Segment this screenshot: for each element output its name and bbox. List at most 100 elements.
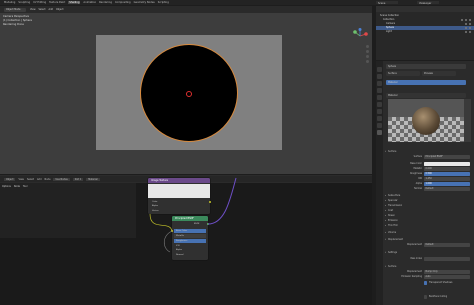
displacement-method-dropdown[interactable]: Bump Only bbox=[424, 270, 470, 274]
section-label: Thin Film bbox=[388, 224, 398, 227]
scene-tab-icon[interactable] bbox=[377, 95, 382, 100]
camera-icon[interactable] bbox=[468, 18, 471, 22]
roughness-field[interactable]: 0.500 bbox=[424, 172, 470, 176]
object-tab-icon[interactable] bbox=[377, 109, 382, 114]
scene-selector[interactable]: Scene bbox=[376, 1, 398, 5]
camera-icon[interactable] bbox=[468, 26, 471, 30]
ior-field[interactable]: 1.450 bbox=[424, 177, 470, 181]
view-layer-selector[interactable]: ViewLayer bbox=[417, 1, 439, 5]
workspace-tab[interactable]: Rendering bbox=[99, 1, 112, 4]
workspace-tab[interactable]: Sculpting bbox=[18, 1, 30, 4]
zoom-icon[interactable] bbox=[366, 45, 369, 48]
node-menu-view[interactable]: View bbox=[18, 178, 23, 181]
viewport-menu-view[interactable]: View bbox=[30, 8, 35, 11]
color-output-socket[interactable] bbox=[208, 200, 212, 204]
viewport-menu-add[interactable]: Add bbox=[49, 8, 53, 11]
section-surface[interactable]: ▾ Surface bbox=[384, 150, 474, 154]
pass-index-field[interactable] bbox=[424, 257, 470, 261]
sidebar-tab[interactable]: Options bbox=[2, 185, 11, 188]
use-nodes-toggle[interactable]: Use Nodes bbox=[53, 177, 70, 181]
section-subsurface[interactable]: ▸ Subsurface bbox=[384, 194, 474, 198]
node-menu-select[interactable]: Select bbox=[27, 178, 34, 181]
node-menu-add[interactable]: Add bbox=[37, 178, 41, 181]
view-layer-tab-icon[interactable] bbox=[377, 88, 382, 93]
outliner-row[interactable]: Light bbox=[376, 30, 474, 34]
material-tab-icon[interactable] bbox=[377, 130, 382, 135]
tool-tab-icon[interactable] bbox=[377, 67, 382, 72]
image-texture-node[interactable]: Image Texture Color Alpha Vector bbox=[148, 178, 210, 214]
outliner-header bbox=[376, 6, 474, 12]
section-transmission[interactable]: ▸ Transmission bbox=[384, 204, 474, 208]
tab-surface[interactable]: Surface bbox=[386, 71, 420, 76]
checkbox-icon[interactable] bbox=[424, 281, 428, 285]
section-volume[interactable]: ▸ Volume bbox=[384, 231, 474, 235]
viewport-menu-object[interactable]: Object bbox=[56, 8, 63, 11]
node-input-field[interactable]: Metallic bbox=[174, 234, 206, 238]
world-tab-icon[interactable] bbox=[377, 102, 382, 107]
metallic-field[interactable]: 0.000 bbox=[424, 167, 470, 171]
material-datablock-field[interactable]: Material bbox=[386, 93, 466, 98]
section-emission[interactable]: ▸ Emission bbox=[384, 219, 474, 223]
eye-icon[interactable] bbox=[464, 26, 468, 30]
modifier-tab-icon[interactable] bbox=[377, 116, 382, 121]
surface-shader-field[interactable]: Principled BSDF bbox=[424, 155, 470, 159]
object-name-field[interactable]: Sphere bbox=[386, 64, 466, 69]
displacement-field[interactable]: Default bbox=[424, 243, 470, 247]
workspace-tab[interactable]: Animation bbox=[83, 1, 96, 4]
workspace-tab[interactable]: Compositing bbox=[115, 1, 131, 4]
node-input-field[interactable]: Base Color bbox=[174, 229, 206, 233]
node-menu-node[interactable]: Node bbox=[44, 178, 50, 181]
workspace-tab[interactable]: Texture Paint bbox=[49, 1, 65, 4]
transparent-shadows-row[interactable]: Transparent Shadows bbox=[384, 281, 474, 285]
section-sheen[interactable]: ▸ Sheen bbox=[384, 214, 474, 218]
material-slot-selected[interactable]: Material bbox=[386, 80, 466, 85]
camera-view-icon[interactable] bbox=[366, 55, 369, 58]
workspace-tab[interactable]: Geometry Nodes bbox=[134, 1, 155, 4]
sidebar-tab[interactable]: Tool bbox=[23, 185, 27, 188]
editor-object-dropdown[interactable]: Object bbox=[4, 177, 16, 181]
eye-icon[interactable] bbox=[464, 22, 468, 26]
section-thin-film[interactable]: ▸ Thin Film bbox=[384, 224, 474, 228]
pass-index-row: Pass Index bbox=[384, 257, 474, 261]
workspace-tab-active[interactable]: Shading bbox=[68, 1, 81, 4]
base-color-input-socket[interactable] bbox=[170, 229, 174, 233]
section-coat[interactable]: ▸ Coat bbox=[384, 209, 474, 213]
eye-icon[interactable] bbox=[464, 30, 468, 34]
node-input-field[interactable]: Roughness bbox=[174, 239, 206, 243]
workspace-tab[interactable]: Modeling bbox=[4, 1, 15, 4]
chevron-right-icon: ▸ bbox=[385, 194, 387, 197]
workspace-tab[interactable]: Scripting bbox=[158, 1, 169, 4]
backface-culling-row[interactable]: Backface Culling bbox=[384, 295, 474, 299]
navigation-gizmo-icon[interactable] bbox=[352, 28, 368, 44]
workspace-tabs: Modeling Sculpting UV Editing Texture Pa… bbox=[4, 1, 169, 4]
tab-preview[interactable]: Preview bbox=[422, 71, 456, 76]
section-settings[interactable]: ▾ Settings bbox=[384, 251, 474, 255]
base-color-swatch[interactable] bbox=[424, 162, 470, 166]
perspective-toggle-icon[interactable] bbox=[366, 60, 369, 63]
alpha-row: Alpha 1.000 bbox=[384, 182, 474, 186]
camera-icon[interactable] bbox=[468, 22, 471, 26]
principled-bsdf-node[interactable]: Principled BSDF BSDF Base Color Metallic… bbox=[172, 216, 208, 260]
section-surface-settings[interactable]: ▾ Surface bbox=[384, 265, 474, 269]
output-tab-icon[interactable] bbox=[377, 81, 382, 86]
physics-tab-icon[interactable] bbox=[377, 123, 382, 128]
emission-sampling-dropdown[interactable]: Auto bbox=[424, 275, 470, 279]
checkbox-icon[interactable] bbox=[424, 295, 428, 299]
eye-icon[interactable] bbox=[464, 18, 468, 22]
bsdf-output-socket[interactable] bbox=[206, 222, 210, 226]
normal-field[interactable]: Default bbox=[424, 187, 470, 191]
camera-icon[interactable] bbox=[468, 30, 471, 34]
section-displacement[interactable]: ▾ Displacement bbox=[384, 238, 474, 242]
material-field[interactable]: Material bbox=[86, 177, 100, 181]
slot-dropdown[interactable]: Slot 1 bbox=[72, 177, 84, 181]
workspace-tab[interactable]: UV Editing bbox=[33, 1, 46, 4]
viewport-menu-select[interactable]: Select bbox=[38, 8, 45, 11]
section-label: Settings bbox=[388, 251, 397, 254]
render-tab-icon[interactable] bbox=[377, 74, 382, 79]
alpha-field[interactable]: 1.000 bbox=[424, 182, 470, 186]
section-specular[interactable]: ▸ Specular bbox=[384, 199, 474, 203]
sidebar-tab[interactable]: Node bbox=[14, 185, 20, 188]
checkbox-icon[interactable] bbox=[460, 18, 464, 22]
pan-icon[interactable] bbox=[366, 50, 369, 53]
object-mode-dropdown[interactable]: Object Mode bbox=[4, 7, 26, 12]
